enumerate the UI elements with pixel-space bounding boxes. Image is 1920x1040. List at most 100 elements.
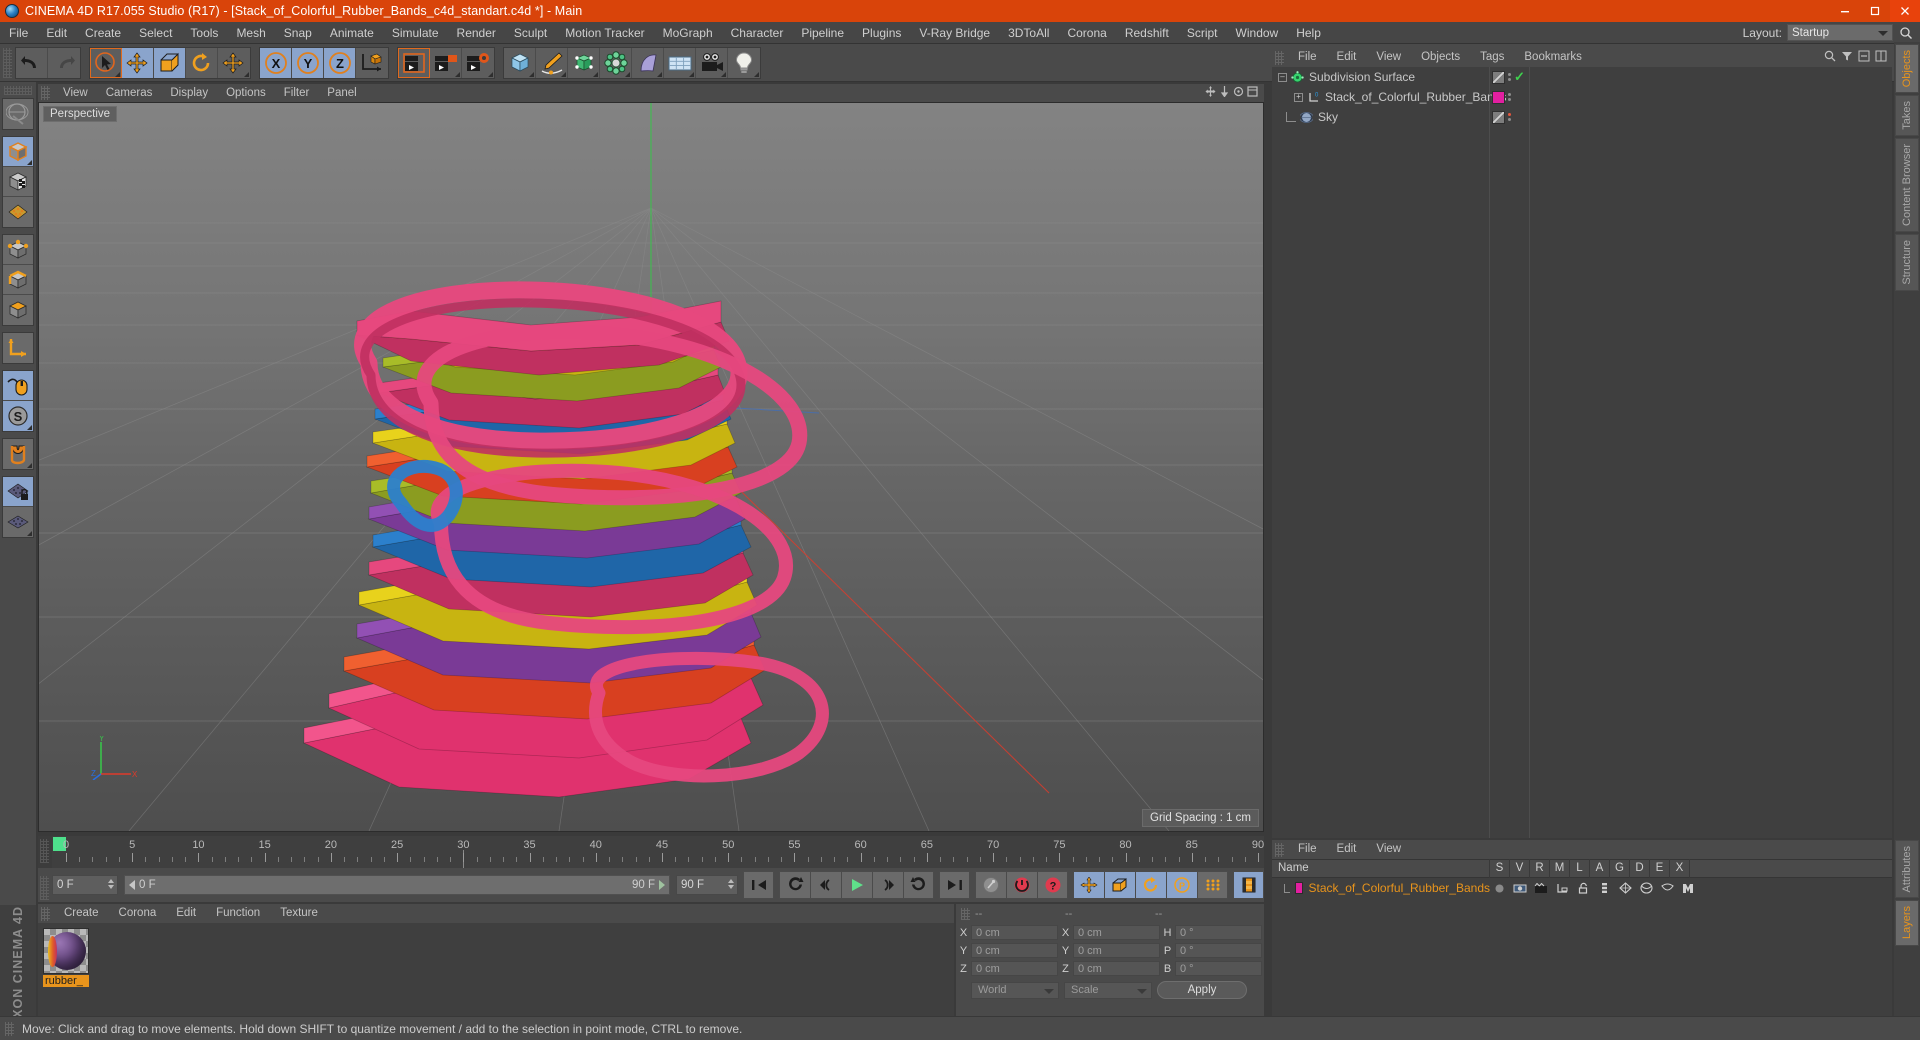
material-menu-create[interactable]: Create: [54, 904, 109, 923]
magnet-tool-button[interactable]: [3, 439, 33, 469]
column-g[interactable]: G: [1610, 859, 1630, 878]
menu-redshift[interactable]: Redshift: [1116, 22, 1178, 44]
expand-toggle-icon[interactable]: +: [1294, 92, 1303, 102]
menu-help[interactable]: Help: [1287, 22, 1330, 44]
coord-size-x-field[interactable]: 0 cm: [1073, 925, 1160, 940]
coordinate-mode-dropdown[interactable]: Scale: [1064, 981, 1152, 999]
maximize-viewport-icon[interactable]: [1247, 86, 1258, 100]
menu-animate[interactable]: Animate: [321, 22, 383, 44]
render-toggle-icon[interactable]: [1532, 880, 1550, 896]
model-mode-button[interactable]: [3, 137, 33, 167]
column-d[interactable]: D: [1630, 859, 1650, 878]
range-left-arrow-icon[interactable]: [129, 880, 135, 890]
menu-simulate[interactable]: Simulate: [383, 22, 448, 44]
menu-vray-bridge[interactable]: V-Ray Bridge: [910, 22, 999, 44]
rotate-tool-button[interactable]: [186, 47, 218, 78]
material-tag-icon[interactable]: [1492, 70, 1505, 84]
record-active-objects-button[interactable]: [975, 871, 1006, 899]
perspective-viewport[interactable]: Perspective Y X Z Grid Spacing : 1 cm: [38, 102, 1264, 832]
object-menu-file[interactable]: File: [1288, 48, 1327, 67]
current-frame-spinner[interactable]: [108, 879, 114, 889]
material-list[interactable]: rubber_: [38, 923, 954, 1016]
maximize-button[interactable]: [1860, 0, 1890, 22]
layer-menu-view[interactable]: View: [1366, 840, 1411, 859]
object-menu-tags[interactable]: Tags: [1470, 48, 1514, 67]
menu-tools[interactable]: Tools: [181, 22, 227, 44]
minimize-button[interactable]: [1830, 0, 1860, 22]
material-tag-icon[interactable]: [1492, 110, 1505, 124]
column-v[interactable]: V: [1510, 859, 1530, 878]
tab-attributes[interactable]: Attributes: [1895, 840, 1919, 899]
go-to-end-button[interactable]: [939, 871, 970, 899]
xref-toggle-icon[interactable]: [1679, 880, 1697, 896]
coord-pos-z-field[interactable]: 0 cm: [971, 961, 1058, 976]
tab-objects[interactable]: Objects: [1895, 44, 1919, 94]
points-component-button[interactable]: [3, 235, 33, 265]
transport-grip[interactable]: [40, 875, 49, 900]
object-manager-empty-area[interactable]: [1530, 67, 1892, 838]
left-toolbar-grip[interactable]: [4, 86, 32, 95]
menu-create[interactable]: Create: [76, 22, 130, 44]
autokeying-button[interactable]: [1006, 871, 1037, 899]
z-axis-lock-button[interactable]: Z: [324, 47, 356, 78]
object-menu-bookmarks[interactable]: Bookmarks: [1514, 48, 1592, 67]
spline-pen-button[interactable]: [536, 47, 568, 78]
object-row-rubber-bands[interactable]: + 0 Stack_of_Colorful_Rubber_Bands: [1272, 87, 1506, 107]
generator-nurbs-button[interactable]: [568, 47, 600, 78]
menu-corona[interactable]: Corona: [1058, 22, 1115, 44]
move-tool-secondary-button[interactable]: [218, 47, 250, 78]
play-button[interactable]: [841, 871, 872, 899]
menu-edit[interactable]: Edit: [37, 22, 76, 44]
layout-dropdown[interactable]: Startup: [1787, 24, 1893, 41]
workplane-button[interactable]: [3, 507, 33, 537]
zoom-viewport-icon[interactable]: [1219, 86, 1230, 100]
point-level-animation-button[interactable]: [1197, 871, 1228, 899]
menu-character[interactable]: Character: [722, 22, 793, 44]
menu-window[interactable]: Window: [1227, 22, 1288, 44]
column-x[interactable]: X: [1670, 859, 1690, 878]
coordinate-system-dropdown[interactable]: World: [971, 981, 1059, 999]
end-frame-field[interactable]: 90 F: [676, 875, 738, 895]
tab-layers[interactable]: Layers: [1895, 900, 1919, 946]
menu-pipeline[interactable]: Pipeline: [792, 22, 853, 44]
bend-deformer-button[interactable]: [632, 47, 664, 78]
scale-tool-button[interactable]: [154, 47, 186, 78]
coord-pos-x-field[interactable]: 0 cm: [971, 925, 1058, 940]
object-menu-view[interactable]: View: [1366, 48, 1411, 67]
menu-3dtoall[interactable]: 3DToAll: [999, 22, 1058, 44]
object-row-sky[interactable]: Sky: [1272, 107, 1489, 127]
snap-settings-button[interactable]: S: [3, 401, 33, 431]
generator-toggle-icon[interactable]: [1616, 880, 1634, 896]
expand-toggle-icon[interactable]: –: [1278, 72, 1287, 82]
timeline-ruler[interactable]: 0 5 10 15 20 25 30 35 40 45 50 55 60 65 70 75 80 85 90: [52, 836, 1264, 868]
layer-color-swatch[interactable]: [1295, 882, 1303, 894]
layer-color-tag-icon[interactable]: [1492, 90, 1505, 104]
material-manager-grip[interactable]: [41, 906, 50, 921]
open-timeline-button[interactable]: [1233, 871, 1264, 899]
layer-manager-grip[interactable]: [1275, 842, 1284, 857]
material-menu-edit[interactable]: Edit: [166, 904, 206, 923]
end-frame-spinner[interactable]: [728, 879, 734, 889]
menu-motion-tracker[interactable]: Motion Tracker: [556, 22, 653, 44]
viewport-menu-cameras[interactable]: Cameras: [97, 84, 162, 102]
object-collapse-icon[interactable]: [1858, 50, 1870, 65]
column-l[interactable]: L: [1570, 859, 1590, 878]
viewport-menu-grip[interactable]: [41, 86, 50, 100]
go-to-previous-key-button[interactable]: [779, 871, 810, 899]
object-menu-objects[interactable]: Objects: [1411, 48, 1470, 67]
go-to-start-button[interactable]: [743, 871, 774, 899]
viewport-menu-filter[interactable]: Filter: [275, 84, 319, 102]
go-to-next-key-button[interactable]: [903, 871, 934, 899]
coord-rot-b-field[interactable]: 0 °: [1175, 961, 1262, 976]
keyframe-selection-button[interactable]: ?: [1037, 871, 1068, 899]
workplane-lock-button[interactable]: [3, 477, 33, 507]
object-layout-icon[interactable]: [1875, 50, 1887, 65]
x-axis-lock-button[interactable]: X: [260, 47, 292, 78]
expression-toggle-icon[interactable]: [1658, 880, 1676, 896]
menu-script[interactable]: Script: [1178, 22, 1227, 44]
menu-select[interactable]: Select: [130, 22, 181, 44]
world-object-coordinate-button[interactable]: [356, 47, 388, 78]
object-menu-edit[interactable]: Edit: [1327, 48, 1367, 67]
y-axis-lock-button[interactable]: Y: [292, 47, 324, 78]
range-right-arrow-icon[interactable]: [659, 880, 665, 890]
